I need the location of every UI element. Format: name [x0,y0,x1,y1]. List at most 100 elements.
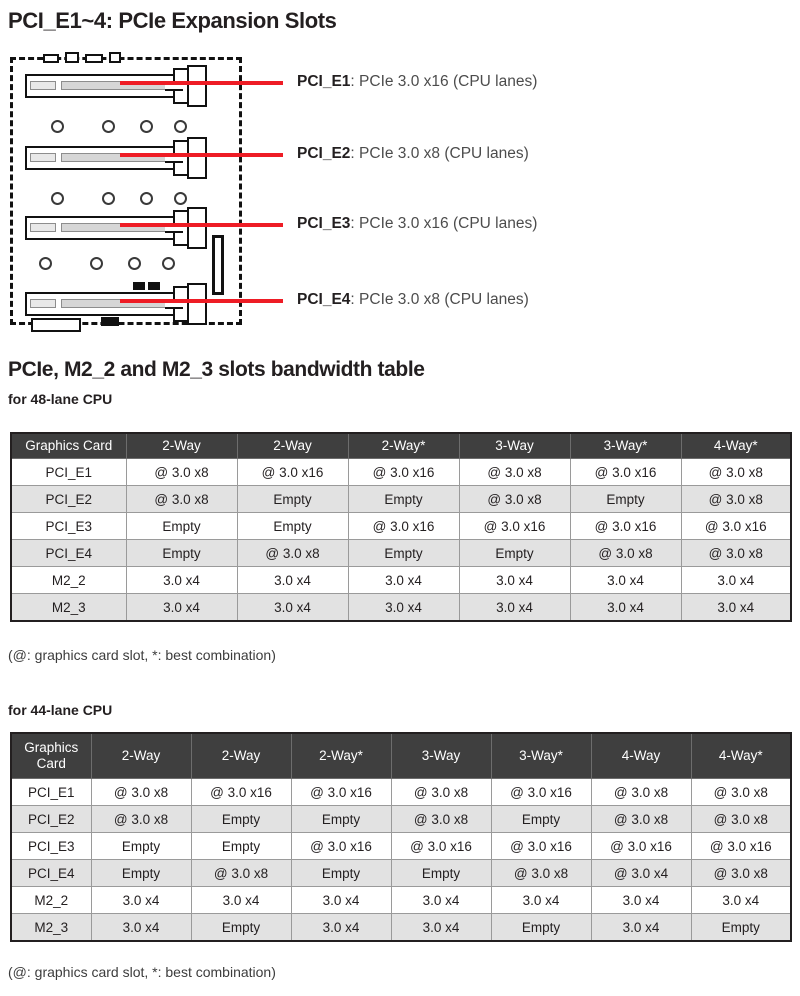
table-48-column-header-2: 2-Way [236,432,349,459]
table-44-cell-4-1: 3.0 x4 [190,886,292,914]
callout-pci-e4-spec: PCIe 3.0 x8 (CPU lanes) [359,291,529,308]
table-44-column-header-4: 3-Way [390,732,492,779]
table-44-cell-1-2: Empty [290,805,392,833]
table-48-column-header-0: Graphics Card [10,432,127,459]
table-44-cell-3-2: Empty [290,859,392,887]
table-48-cell-2-3: @ 3.0 x16 [458,512,571,540]
table-48-cell-2-4: @ 3.0 x16 [569,512,682,540]
table-48-cell-2-5: @ 3.0 x16 [680,512,792,540]
slot-3-latch-outer [187,207,207,249]
header-chip-1 [133,282,145,290]
leader-line-4 [120,299,283,303]
top-connector-4 [109,52,121,63]
table-48-cell-5-1: 3.0 x4 [236,593,349,622]
callout-pci-e3: PCI_E3: PCIe 3.0 x16 (CPU lanes) [297,215,537,233]
pcie-slot-4-graphic [25,283,207,325]
leader-line-3 [120,223,283,227]
table-48-column-header-5: 3-Way* [569,432,682,459]
footnote-44-lane: (@: graphics card slot, *: best combinat… [8,964,276,980]
table-44-cell-5-6: Empty [690,913,792,942]
header-chip-2 [148,282,160,290]
table-44-cell-0-0: @ 3.0 x8 [90,778,192,806]
standoff-hole-7 [140,192,153,205]
table-48-cell-3-0: Empty [125,539,238,567]
table-48-cell-1-3: @ 3.0 x8 [458,485,571,513]
table-row: PCI_E4 Empty @ 3.0 x8 Empty Empty @ 3.0 x8 @ 3… [10,859,792,887]
table-44-column-header-1: 2-Way [90,732,192,779]
table-44-cell-0-3: @ 3.0 x8 [390,778,492,806]
table-44-cell-4-0: 3.0 x4 [90,886,192,914]
table-44-cell-5-4: Empty [490,913,592,942]
table-48-row-label: M2_2 [10,566,127,594]
slot-1-latch-outer [187,65,207,107]
table-48-cell-5-4: 3.0 x4 [569,593,682,622]
table-44-cell-1-3: @ 3.0 x8 [390,805,492,833]
standoff-hole-12 [162,257,175,270]
table-48-cell-3-2: Empty [347,539,460,567]
table-44-column-header-5: 3-Way* [490,732,592,779]
table-44-cell-2-0: Empty [90,832,192,860]
table-44-row-label: PCI_E2 [10,805,92,833]
table-48-column-header-4: 3-Way [458,432,571,459]
table-48-cell-1-1: Empty [236,485,349,513]
table-48-cell-1-2: Empty [347,485,460,513]
callout-pci-e2: PCI_E2: PCIe 3.0 x8 (CPU lanes) [297,145,529,163]
table-48-cell-2-1: Empty [236,512,349,540]
table-44-cell-2-4: @ 3.0 x16 [490,832,592,860]
table-44-cell-0-1: @ 3.0 x16 [190,778,292,806]
table-44-column-header-7: 4-Way* [690,732,792,779]
table-44-cell-3-3: Empty [390,859,492,887]
table-44-row-label: PCI_E4 [10,859,92,887]
table-row: M2_2 3.0 x4 3.0 x4 3.0 x4 3.0 x4 3.0 x4 3.0 x4 [10,566,792,594]
top-connector-1 [43,54,59,63]
table-44-cell-4-6: 3.0 x4 [690,886,792,914]
table-row: M2_2 3.0 x4 3.0 x4 3.0 x4 3.0 x4 3.0 x4 3.0 x4… [10,886,792,914]
standoff-hole-9 [39,257,52,270]
table-48-cell-2-2: @ 3.0 x16 [347,512,460,540]
table-row: PCI_E4 Empty @ 3.0 x8 Empty Empty @ 3.0 x8 @ 3… [10,539,792,567]
table-44-cell-1-0: @ 3.0 x8 [90,805,192,833]
standoff-hole-2 [102,120,115,133]
callout-pci-e1-sep: : [350,73,360,90]
table-48-cell-5-5: 3.0 x4 [680,593,792,622]
table-44-column-header-3: 2-Way* [290,732,392,779]
slot-4-latch-outer [187,283,207,325]
table-44-cell-2-6: @ 3.0 x16 [690,832,792,860]
table-48-cell-0-3: @ 3.0 x8 [458,458,571,486]
table-48-cell-1-0: @ 3.0 x8 [125,485,238,513]
table-48-column-header-3: 2-Way* [347,432,460,459]
table-44-column-header-0: Graphics Card [10,732,92,779]
table-44-cell-5-1: Empty [190,913,292,942]
table-44-column-header-6: 4-Way [590,732,692,779]
table-44-cell-3-6: @ 3.0 x8 [690,859,792,887]
subtitle-48-lane: for 48-lane CPU [8,391,113,407]
table-44-cell-4-4: 3.0 x4 [490,886,592,914]
callout-pci-e2-sep: : [350,145,360,162]
table-48-cell-4-4: 3.0 x4 [569,566,682,594]
table-48-cell-5-3: 3.0 x4 [458,593,571,622]
table-44-cell-3-0: Empty [90,859,192,887]
callout-pci-e3-spec: PCIe 3.0 x16 (CPU lanes) [359,215,538,232]
table-48-cell-0-0: @ 3.0 x8 [125,458,238,486]
callout-pci-e4: PCI_E4: PCIe 3.0 x8 (CPU lanes) [297,291,529,309]
page-title: PCI_E1~4: PCIe Expansion Slots [8,8,337,33]
table-44-cell-0-4: @ 3.0 x16 [490,778,592,806]
standoff-hole-11 [128,257,141,270]
table-48-cell-5-0: 3.0 x4 [125,593,238,622]
table-44-row-label: PCI_E1 [10,778,92,806]
table-44-cell-3-4: @ 3.0 x8 [490,859,592,887]
table-48-row-label: PCI_E4 [10,539,127,567]
standoff-hole-1 [51,120,64,133]
standoff-hole-6 [102,192,115,205]
table-44-cell-2-1: Empty [190,832,292,860]
table-44-cell-0-5: @ 3.0 x8 [590,778,692,806]
leader-line-2 [120,153,283,157]
bandwidth-table-48-lane: Graphics Card 2-Way 2-Way 2-Way* 3-Way 3-Way*… [10,432,792,622]
table-48-cell-4-3: 3.0 x4 [458,566,571,594]
slot-2-latch-outer [187,137,207,179]
table-48-cell-3-1: @ 3.0 x8 [236,539,349,567]
callout-pci-e3-sep: : [350,215,360,232]
pcie-slot-layout-diagram [10,52,242,332]
table-48-cell-2-0: Empty [125,512,238,540]
table-row: PCI_E2 @ 3.0 x8 Empty Empty @ 3.0 x8 Empty @ 3… [10,805,792,833]
